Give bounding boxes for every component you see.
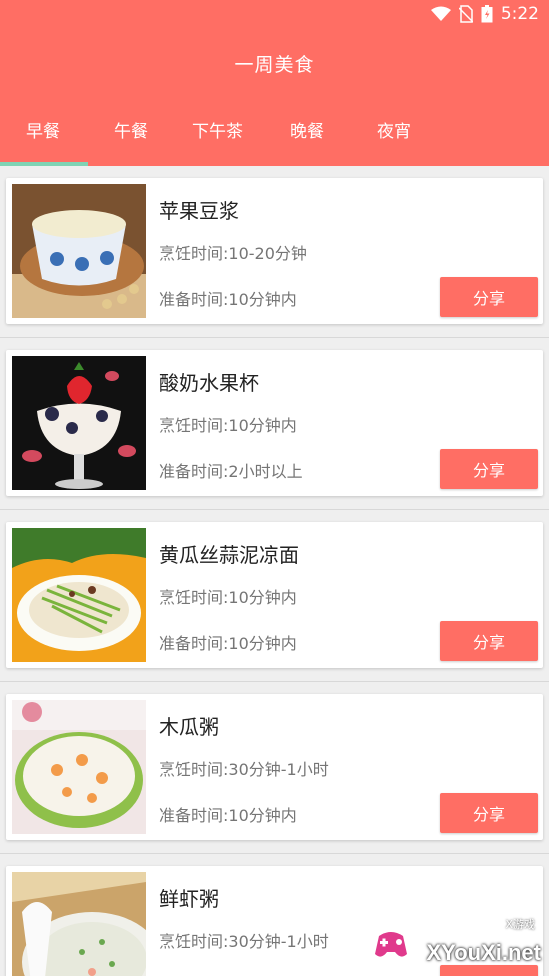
list-item[interactable]: 黄瓜丝蒜泥凉面 烹饪时间:10分钟内 准备时间:10分钟内 分享: [6, 522, 543, 668]
recipe-title: 鲜虾粥: [159, 887, 219, 911]
tab-lunch[interactable]: 午餐: [114, 116, 148, 148]
recipe-list[interactable]: 苹果豆浆 烹饪时间:10-20分钟 准备时间:10分钟内 分享 酸奶水果杯 烹饪…: [0, 166, 549, 976]
recipe-title: 木瓜粥: [159, 715, 219, 739]
recipe-image: [12, 356, 146, 490]
divider: [0, 681, 549, 682]
gamepad-logo-icon: [371, 924, 411, 968]
divider: [0, 337, 549, 338]
recipe-title: 黄瓜丝蒜泥凉面: [159, 543, 299, 567]
share-button[interactable]: 分享: [440, 449, 538, 489]
list-item[interactable]: 苹果豆浆 烹饪时间:10-20分钟 准备时间:10分钟内 分享: [6, 178, 543, 324]
status-bar: 5:22: [0, 0, 549, 30]
wifi-icon: [430, 6, 451, 22]
prep-time: 准备时间:2小时以上: [159, 462, 303, 481]
battery-icon: [481, 5, 493, 23]
page-title: 一周美食: [234, 54, 315, 76]
prep-time: 准备时间:10分钟内: [159, 634, 297, 653]
cook-time: 烹饪时间:10分钟内: [159, 416, 297, 435]
divider: [0, 853, 549, 854]
recipe-image: [12, 528, 146, 662]
cook-time: 烹饪时间:30分钟-1小时: [159, 760, 329, 779]
tab-dinner[interactable]: 晚餐: [290, 116, 324, 148]
cook-time: 烹饪时间:10-20分钟: [159, 244, 307, 263]
watermark: X游戏 XYouXi.net: [371, 916, 541, 966]
tab-bar: 早餐 午餐 下午茶 晚餐 夜宵: [0, 116, 549, 148]
recipe-title: 酸奶水果杯: [159, 371, 259, 395]
app-bar: 5:22 一周美食 早餐 午餐 下午茶 晚餐 夜宵: [0, 0, 549, 166]
prep-time: 准备时间:10分钟内: [159, 806, 297, 825]
list-item[interactable]: 酸奶水果杯 烹饪时间:10分钟内 准备时间:2小时以上 分享: [6, 350, 543, 496]
status-time: 5:22: [500, 4, 539, 24]
no-sim-icon: [458, 5, 473, 23]
watermark-text: XYouXi.net: [426, 940, 542, 965]
tab-late-snack[interactable]: 夜宵: [377, 116, 411, 148]
watermark-small: X游戏: [505, 918, 535, 931]
tab-afternoon-tea[interactable]: 下午茶: [192, 116, 243, 148]
share-button[interactable]: 分享: [440, 621, 538, 661]
recipe-image: [12, 872, 146, 976]
share-button[interactable]: 分享: [440, 965, 538, 976]
list-item[interactable]: 木瓜粥 烹饪时间:30分钟-1小时 准备时间:10分钟内 分享: [6, 694, 543, 840]
cook-time: 烹饪时间:10分钟内: [159, 588, 297, 607]
share-button[interactable]: 分享: [440, 793, 538, 833]
recipe-image: [12, 700, 146, 834]
recipe-title: 苹果豆浆: [159, 199, 239, 223]
divider: [0, 509, 549, 510]
recipe-image: [12, 184, 146, 318]
tab-breakfast[interactable]: 早餐: [26, 116, 60, 148]
cook-time: 烹饪时间:30分钟-1小时: [159, 932, 329, 951]
share-button[interactable]: 分享: [440, 277, 538, 317]
prep-time: 准备时间:10分钟内: [159, 290, 297, 309]
